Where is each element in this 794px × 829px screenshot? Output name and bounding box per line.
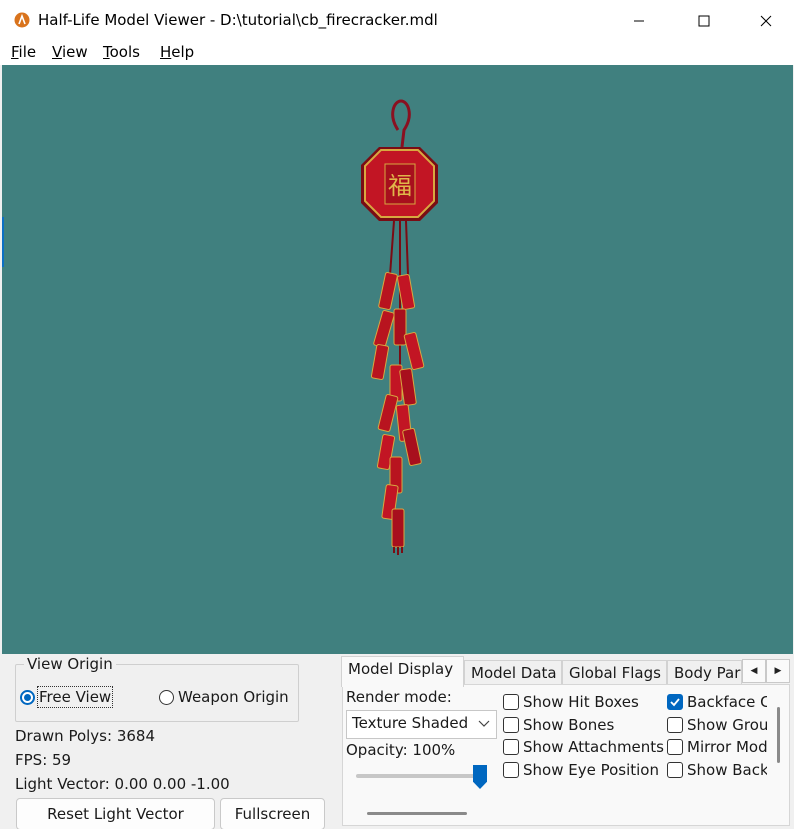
render-mode-select[interactable]: Texture Shaded [346,710,497,739]
menu-view-label: iew [61,43,88,61]
tab-scroll-left-button[interactable]: ◀ [742,659,766,683]
show-ground-label: Show Ground [687,716,767,734]
fps-text: FPS: 59 [15,751,72,769]
menu-view[interactable]: View [52,43,88,61]
window-title: Half-Life Model Viewer - D:\tutorial\cb_… [38,11,438,29]
mirror-model-label: Mirror Model [687,738,767,756]
tab-body-parts[interactable]: Body Par [667,660,742,686]
show-eye-position-checkbox[interactable]: Show Eye Position [503,761,659,779]
show-bones-label: Show Bones [523,716,615,734]
minimize-button[interactable] [616,0,662,41]
menu-help-accel: H [160,43,172,61]
triangle-left-icon: ◀ [750,666,758,676]
show-bones-checkbox[interactable]: Show Bones [503,716,614,734]
model-viewport[interactable]: 福 [2,65,793,654]
menu-tools[interactable]: Tools [103,43,140,61]
opacity-slider-thumb[interactable] [473,765,487,789]
show-attachments-label: Show Attachments [523,738,664,756]
tab-strip: Model Display Model Data Global Flags Bo… [341,656,791,687]
checkbox-empty-icon [503,762,519,778]
opacity-label: Opacity: 100% [346,741,456,759]
show-background-checkbox[interactable]: Show Background [667,761,767,779]
menu-file-label: ile [18,43,37,61]
title-bar: Half-Life Model Viewer - D:\tutorial\cb_… [0,0,794,41]
minimize-icon [634,20,644,21]
show-hit-boxes-checkbox[interactable]: Show Hit Boxes [503,693,639,711]
reset-light-vector-button[interactable]: Reset Light Vector [16,798,215,829]
chevron-down-icon [478,720,490,727]
close-icon [760,15,772,26]
mirror-model-checkbox[interactable]: Mirror Model [667,738,767,756]
weapon-origin-label: Weapon Origin [178,688,289,706]
free-view-label: Free View [36,686,114,708]
backface-culling-label: Backface Culling [687,693,767,711]
show-ground-checkbox[interactable]: Show Ground [667,716,767,734]
firecracker-model: 福 [361,99,438,555]
show-eye-position-label: Show Eye Position [523,761,659,779]
show-hit-boxes-label: Show Hit Boxes [523,693,639,711]
weapon-origin-radio[interactable]: Weapon Origin [159,688,289,706]
maximize-icon [698,15,710,26]
menu-file-accel: F [11,43,19,61]
triangle-right-icon: ▶ [774,666,782,676]
tab-global-flags[interactable]: Global Flags [562,660,667,686]
menu-view-accel: V [52,43,62,61]
checkbox-empty-icon [667,739,683,755]
model-display-page: Render mode: Texture Shaded Opacity: 100… [342,684,790,826]
tab-model-display[interactable]: Model Display [341,656,464,687]
checkbox-empty-icon [503,739,519,755]
fullscreen-button[interactable]: Fullscreen [220,798,325,829]
menu-help-label: elp [171,43,195,61]
opacity-slider[interactable] [356,774,482,778]
close-button[interactable] [743,0,789,41]
horizontal-scrollbar[interactable] [367,812,467,815]
tab-scroll-right-button[interactable]: ▶ [766,659,790,683]
radio-unselected-icon [159,689,174,705]
control-panel: View Origin Free View Weapon Origin Draw… [0,654,794,829]
show-background-label: Show Background [687,761,767,779]
backface-culling-checkbox[interactable]: Backface Culling [667,693,767,711]
ornament-glyph: 福 [388,172,412,200]
show-attachments-checkbox[interactable]: Show Attachments [503,738,664,756]
checkbox-empty-icon [667,717,683,733]
tab-model-data[interactable]: Model Data [464,660,562,686]
free-view-radio[interactable]: Free View [20,686,114,708]
maximize-button[interactable] [681,0,727,41]
menu-file[interactable]: File [11,43,36,61]
checkbox-column-2: Backface Culling Show Ground Mirror Mode… [663,685,767,825]
checkbox-empty-icon [503,717,519,733]
checkbox-checked-icon [667,694,683,710]
render-mode-value: Texture Shaded [352,714,469,732]
radio-selected-icon [20,689,35,705]
app-icon [14,12,30,28]
view-origin-title: View Origin [24,655,116,673]
checkbox-empty-icon [503,694,519,710]
drawn-polys-text: Drawn Polys: 3684 [15,727,155,745]
menu-tools-label: ools [109,43,140,61]
vertical-scrollbar[interactable] [777,707,780,763]
light-vector-text: Light Vector: 0.00 0.00 -1.00 [15,775,230,793]
checkbox-empty-icon [667,762,683,778]
render-mode-label: Render mode: [346,688,452,706]
menu-bar: File View Tools Help [0,41,794,65]
menu-tools-accel: T [103,43,110,61]
menu-help[interactable]: Help [160,43,194,61]
checkmark-icon [670,698,680,707]
